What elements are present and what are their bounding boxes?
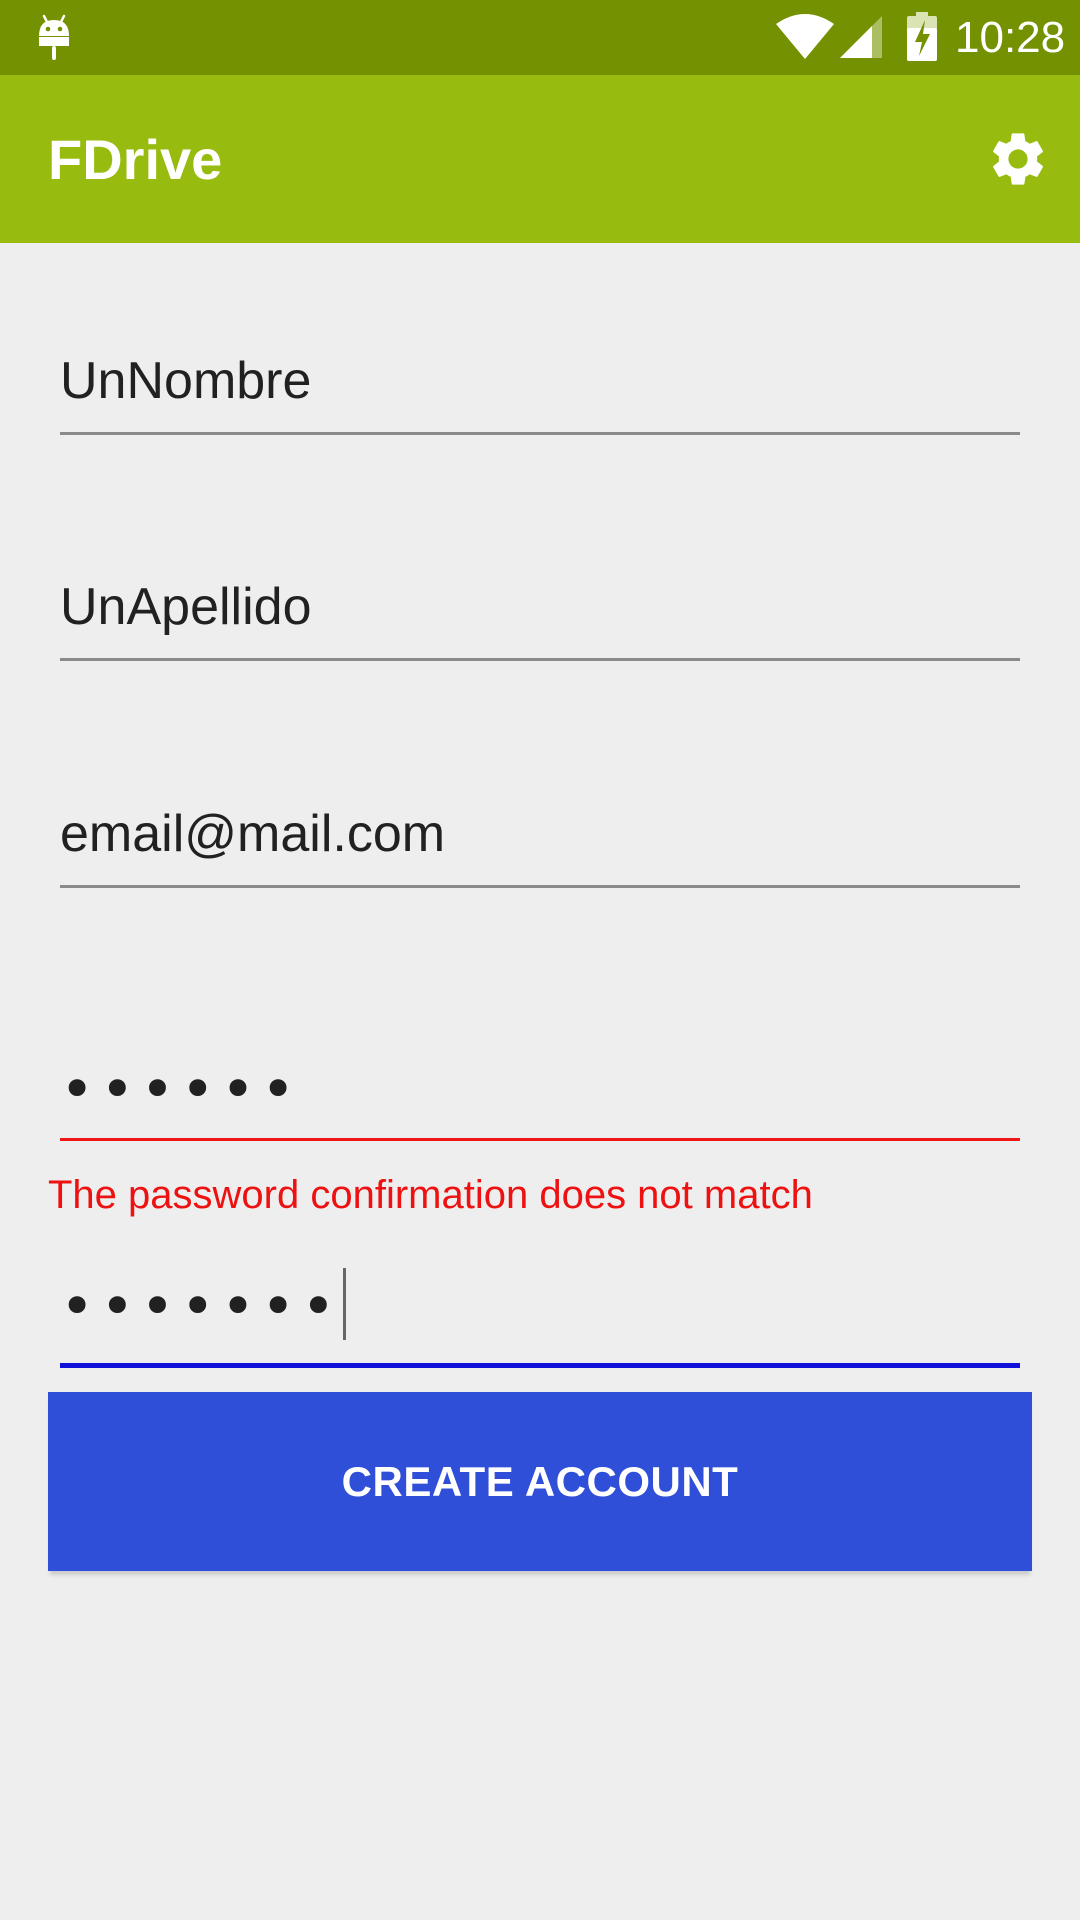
last-name-underline <box>60 658 1020 661</box>
settings-button[interactable] <box>976 117 1060 201</box>
status-clock: 10:28 <box>955 13 1066 62</box>
email-value: email@mail.com <box>60 805 446 863</box>
status-bar: 10:28 <box>0 0 1080 75</box>
create-account-screen: 10:28 FDrive UnNombre UnApellido email@m… <box>0 0 1080 1920</box>
password-underline <box>60 1138 1020 1141</box>
confirm-password-value: ••••••• <box>60 1272 342 1341</box>
gear-icon <box>993 133 1043 185</box>
wifi-icon <box>776 14 834 59</box>
app-bar: FDrive <box>0 75 1080 243</box>
confirm-password-field[interactable]: ••••••• <box>60 1268 1020 1368</box>
email-underline <box>60 885 1020 888</box>
app-title: FDrive <box>48 128 223 191</box>
signal-icon <box>840 16 882 58</box>
text-cursor <box>343 1268 347 1340</box>
confirm-password-value-wrap: ••••••• <box>60 1268 347 1346</box>
first-name-underline <box>60 432 1020 435</box>
first-name-field[interactable]: UnNombre <box>60 335 1020 435</box>
create-account-button[interactable]: CREATE ACCOUNT <box>48 1392 1032 1571</box>
password-field[interactable]: •••••• <box>60 1041 1020 1141</box>
email-field[interactable]: email@mail.com <box>60 788 1020 888</box>
battery-charging-icon <box>907 12 937 61</box>
android-icon <box>39 14 69 60</box>
first-name-value: UnNombre <box>60 352 312 410</box>
password-error-message: The password confirmation does not match <box>48 1173 813 1217</box>
last-name-field[interactable]: UnApellido <box>60 561 1020 661</box>
password-value: •••••• <box>60 1055 302 1123</box>
confirm-password-underline <box>60 1363 1020 1368</box>
last-name-value: UnApellido <box>60 578 312 636</box>
